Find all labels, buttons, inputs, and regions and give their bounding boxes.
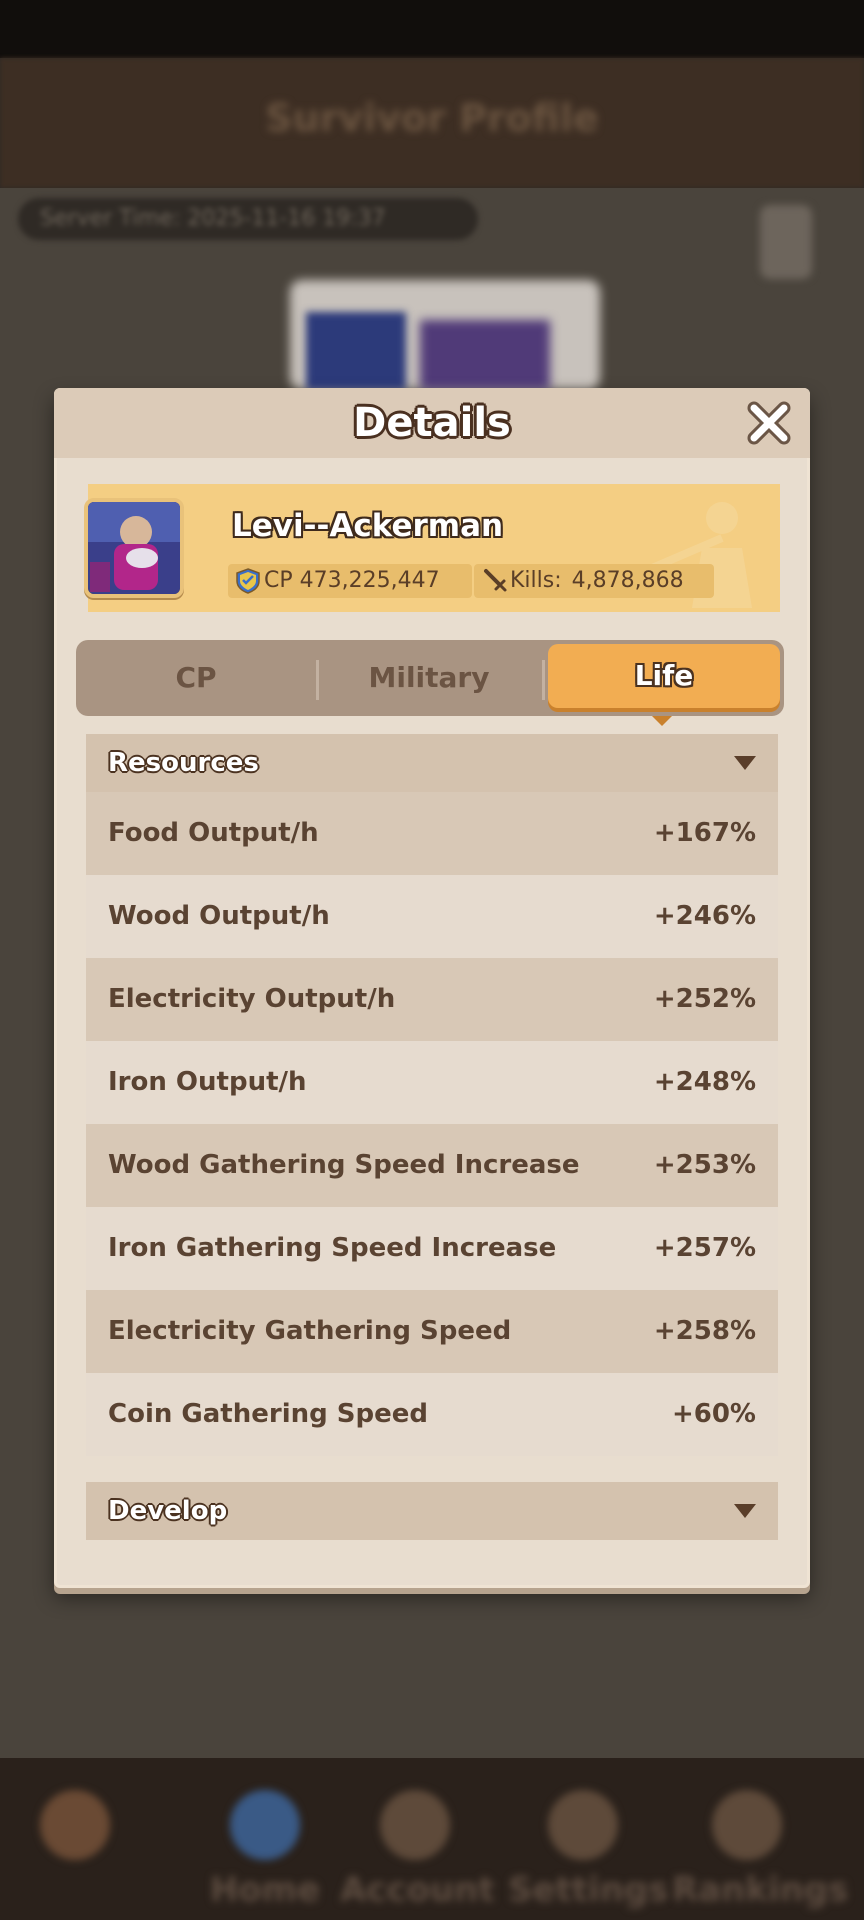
nav-settings: Settings bbox=[508, 1770, 669, 1910]
resources-list: Food Output/h +167% Wood Output/h +246% … bbox=[86, 792, 778, 1456]
cp-stat: CP 473,225,447 bbox=[228, 564, 472, 598]
list-item: Coin Gathering Speed +60% bbox=[86, 1373, 778, 1456]
stat-value: +253% bbox=[653, 1150, 756, 1180]
close-button[interactable] bbox=[746, 400, 792, 446]
kills-label: Kills: bbox=[510, 568, 562, 593]
stat-label: Wood Output/h bbox=[108, 901, 330, 931]
stat-label: Electricity Gathering Speed bbox=[108, 1316, 512, 1346]
section-resources-title: Resources bbox=[108, 748, 259, 778]
nav-home: Home bbox=[190, 1770, 340, 1910]
stat-value: +60% bbox=[671, 1399, 756, 1429]
stat-value: +252% bbox=[653, 984, 756, 1014]
tab-separator bbox=[542, 660, 545, 700]
kills-value: 4,878,868 bbox=[571, 568, 684, 593]
stat-label: Electricity Output/h bbox=[108, 984, 396, 1014]
stat-label: Iron Output/h bbox=[108, 1067, 307, 1097]
caret-down-icon bbox=[734, 1504, 756, 1518]
section-develop-title: Develop bbox=[108, 1496, 228, 1526]
list-item: Iron Gathering Speed Increase +257% bbox=[86, 1207, 778, 1290]
tab-cp[interactable]: CP bbox=[76, 644, 316, 712]
avatar-image bbox=[88, 502, 180, 594]
stat-label: Food Output/h bbox=[108, 818, 319, 848]
status-bar bbox=[0, 0, 864, 58]
stat-label: Coin Gathering Speed bbox=[108, 1399, 428, 1429]
cp-value: CP 473,225,447 bbox=[264, 568, 440, 593]
list-item: Iron Output/h +248% bbox=[86, 1041, 778, 1124]
list-item: Electricity Output/h +252% bbox=[86, 958, 778, 1041]
server-time-label: Server Time: 2025-11-16 19:37 bbox=[18, 198, 478, 240]
section-resources-header[interactable]: Resources bbox=[86, 734, 778, 792]
stat-value: +246% bbox=[653, 901, 756, 931]
nav-account: Account bbox=[340, 1770, 495, 1910]
active-tab-pointer bbox=[652, 716, 672, 726]
player-avatar[interactable] bbox=[84, 498, 184, 598]
list-item: Wood Output/h +246% bbox=[86, 875, 778, 958]
stat-value: +257% bbox=[653, 1233, 756, 1263]
stat-label: Iron Gathering Speed Increase bbox=[108, 1233, 557, 1263]
sword-icon bbox=[484, 569, 507, 592]
tab-life[interactable]: Life bbox=[548, 644, 780, 708]
player-name: Levi--Ackerman bbox=[232, 508, 504, 544]
stat-value: +248% bbox=[653, 1067, 756, 1097]
kills-stat: Kills: 4,878,868 bbox=[474, 564, 714, 598]
stat-label: Wood Gathering Speed Increase bbox=[108, 1150, 580, 1180]
details-modal: Details Levi--Ackerman CP 473,225,447 Ki… bbox=[54, 388, 810, 1588]
background-title: Survivor Profile bbox=[265, 96, 599, 140]
section-develop-header[interactable]: Develop bbox=[86, 1482, 778, 1540]
background-trash-icon bbox=[760, 205, 812, 279]
nav-rankings: Rankings bbox=[672, 1770, 848, 1910]
list-item: Wood Gathering Speed Increase +253% bbox=[86, 1124, 778, 1207]
caret-down-icon bbox=[734, 756, 756, 770]
nav-avatar bbox=[0, 1770, 150, 1910]
shield-icon bbox=[236, 568, 260, 594]
background-card-image bbox=[306, 312, 406, 390]
tab-bar: CP Military Life bbox=[76, 640, 784, 716]
list-item: Electricity Gathering Speed +258% bbox=[86, 1290, 778, 1373]
background-card-image-2 bbox=[420, 320, 550, 390]
stat-value: +167% bbox=[653, 818, 756, 848]
tab-military[interactable]: Military bbox=[316, 644, 542, 712]
modal-title: Details bbox=[353, 400, 511, 446]
list-item: Food Output/h +167% bbox=[86, 792, 778, 875]
stat-value: +258% bbox=[653, 1316, 756, 1346]
close-icon bbox=[747, 401, 791, 445]
